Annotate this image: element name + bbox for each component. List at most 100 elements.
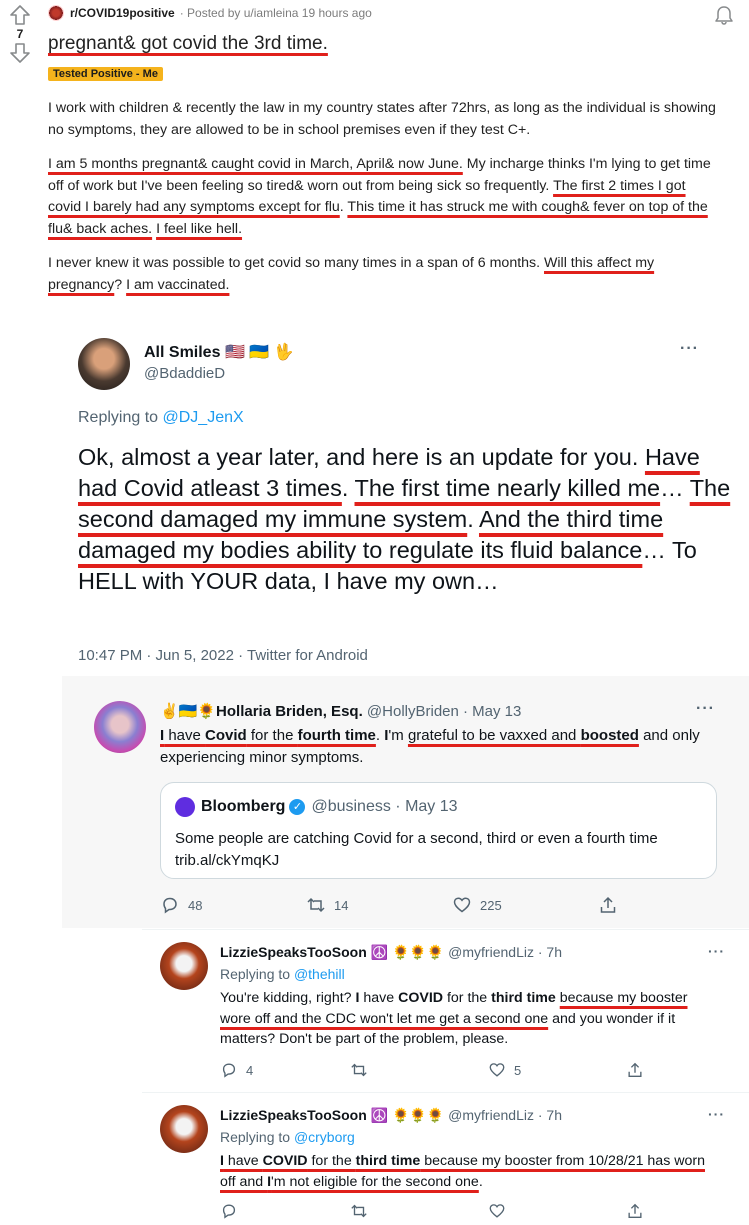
more-options-icon[interactable]: ··· xyxy=(708,1106,725,1122)
tweet-actions: 4 5 xyxy=(220,1061,652,1079)
like-button[interactable] xyxy=(488,1202,626,1220)
more-options-icon[interactable]: ··· xyxy=(696,700,715,718)
tweet-text: You're kidding, right? I have COVID for … xyxy=(220,988,710,1050)
text-span: . xyxy=(467,506,479,532)
flag-emoji: 🇺🇸 🇺🇦 🖖 xyxy=(224,344,294,361)
handle-time[interactable]: @myfriendLiz · 7h xyxy=(448,944,562,960)
text-span: I have Covid for the fourth time xyxy=(160,727,376,744)
reply-target-link[interactable]: @cryborg xyxy=(294,1129,355,1145)
text-span: fourth time xyxy=(297,727,376,744)
replying-to: Replying to @thehill xyxy=(220,966,345,982)
share-icon xyxy=(600,896,616,913)
text-span: grateful to be vaxxed and xyxy=(407,727,581,744)
text-span: third time xyxy=(491,990,556,1006)
like-count: 225 xyxy=(480,897,502,913)
heart-icon xyxy=(453,897,471,913)
share-icon xyxy=(628,1203,642,1218)
share-button[interactable] xyxy=(626,1202,652,1220)
more-options-icon[interactable]: ··· xyxy=(708,943,725,959)
like-button[interactable]: 5 xyxy=(488,1061,626,1079)
author-name-text: All Smiles xyxy=(144,344,221,361)
text-span: I have COVID for the third time because … xyxy=(220,1153,705,1190)
text-span: for the xyxy=(246,727,298,744)
handle-time[interactable]: @HollyBriden · May 13 xyxy=(367,703,521,720)
reply-target-link[interactable]: @thehill xyxy=(294,966,345,982)
text-span: . xyxy=(375,727,385,744)
author-name[interactable]: All Smiles 🇺🇸 🇺🇦 🖖 xyxy=(144,342,294,362)
replying-label: Replying to xyxy=(220,1129,294,1145)
text-span: You're kidding, right? xyxy=(220,990,356,1006)
quoted-header: Bloomberg ✓ @business · May 13 xyxy=(175,797,458,817)
retweet-count: 14 xyxy=(334,897,349,913)
author-name[interactable]: Hollaria Briden, Esq. xyxy=(216,703,363,720)
replying-to: Replying to @DJ_JenX xyxy=(78,409,244,427)
avatar[interactable] xyxy=(78,338,130,390)
tweet-hollaria: ✌️🇺🇦🌻Hollaria Briden, Esq. @HollyBriden … xyxy=(62,676,749,928)
like-button[interactable]: 225 xyxy=(452,895,598,915)
post-flair[interactable]: Tested Positive - Me xyxy=(48,67,163,81)
vote-column: 7 xyxy=(8,4,32,64)
text-span: boosted xyxy=(580,727,639,744)
text-span: … xyxy=(660,475,690,501)
reply-count: 48 xyxy=(188,897,203,913)
reply-button[interactable] xyxy=(220,1202,350,1220)
bell-icon[interactable] xyxy=(713,4,735,26)
tweet-header: LizzieSpeaksTooSoon ☮️ 🌻🌻🌻 @myfriendLiz … xyxy=(220,944,562,961)
text-span: have xyxy=(223,1153,263,1169)
text-span: COVID xyxy=(398,990,444,1006)
share-button[interactable] xyxy=(626,1061,652,1079)
text-span: . xyxy=(341,475,355,501)
handle-time[interactable]: @myfriendLiz · 7h xyxy=(448,1107,562,1123)
avatar[interactable] xyxy=(160,942,208,990)
replying-label: Replying to xyxy=(220,966,294,982)
post-paragraph-3: I never knew it was possible to get covi… xyxy=(48,253,720,296)
avatar[interactable] xyxy=(160,1105,208,1153)
like-count: 5 xyxy=(514,1062,522,1078)
name-emoji: ✌️🇺🇦🌻 xyxy=(160,703,217,720)
verified-badge-icon: ✓ xyxy=(289,799,306,815)
author-handle[interactable]: @BdaddieD xyxy=(144,365,225,382)
reply-target-link[interactable]: @DJ_JenX xyxy=(163,409,244,426)
quoted-tweet[interactable]: Bloomberg ✓ @business · May 13 Some peop… xyxy=(160,782,717,879)
text-span: Ok, almost a year later, and here is an … xyxy=(78,444,645,470)
tweet-text: I have COVID for the third time because … xyxy=(220,1151,710,1192)
subreddit-icon xyxy=(48,5,64,21)
reply-icon xyxy=(163,897,177,914)
reply-count: 4 xyxy=(246,1062,254,1078)
tweet-timestamp[interactable]: 10:47 PM · Jun 5, 2022 · Twitter for And… xyxy=(78,647,368,664)
text-span: for the xyxy=(443,990,492,1006)
replying-label: Replying to xyxy=(78,409,163,426)
author-name[interactable]: LizzieSpeaksTooSoon xyxy=(220,944,367,960)
author-name[interactable]: LizzieSpeaksTooSoon xyxy=(220,1107,367,1123)
quoted-text: Some people are catching Covid for a sec… xyxy=(175,830,658,869)
retweet-button[interactable] xyxy=(350,1202,488,1220)
share-icon xyxy=(628,1062,642,1077)
text-span: . xyxy=(478,1173,483,1190)
tweet-header: ✌️🇺🇦🌻Hollaria Briden, Esq. @HollyBriden … xyxy=(160,702,521,720)
more-options-icon[interactable]: ··· xyxy=(680,340,699,358)
post-title[interactable]: pregnant& got covid the 3rd time. xyxy=(48,33,328,55)
post-paragraph-1: I work with children & recently the law … xyxy=(48,100,716,138)
text-span: have xyxy=(164,727,206,744)
upvote-icon[interactable] xyxy=(9,4,31,26)
text-span: COVID xyxy=(262,1153,308,1169)
share-button[interactable] xyxy=(598,895,626,915)
post-body: I work with children & recently the law … xyxy=(48,98,720,309)
replying-to: Replying to @cryborg xyxy=(220,1129,355,1145)
text-span: 'm xyxy=(388,727,408,744)
tweet-all-smiles: All Smiles 🇺🇸 🇺🇦 🖖 @BdaddieD ··· Replyin… xyxy=(62,318,749,676)
retweet-button[interactable]: 14 xyxy=(306,895,452,915)
reddit-post: 7 r/COVID19positive · Posted by u/iamlei… xyxy=(0,0,749,318)
reply-button[interactable]: 4 xyxy=(220,1061,350,1079)
heart-icon xyxy=(489,1204,505,1218)
reply-button[interactable]: 48 xyxy=(160,895,306,915)
reply-icon xyxy=(222,1063,236,1078)
retweet-icon xyxy=(351,1204,367,1218)
retweet-icon xyxy=(307,897,325,913)
heart-icon xyxy=(489,1063,505,1077)
subreddit-link[interactable]: r/COVID19positive xyxy=(70,6,175,20)
retweet-button[interactable] xyxy=(350,1061,488,1079)
avatar[interactable] xyxy=(94,701,146,753)
downvote-icon[interactable] xyxy=(9,42,31,64)
text-span: The first time nearly killed me xyxy=(354,475,661,501)
